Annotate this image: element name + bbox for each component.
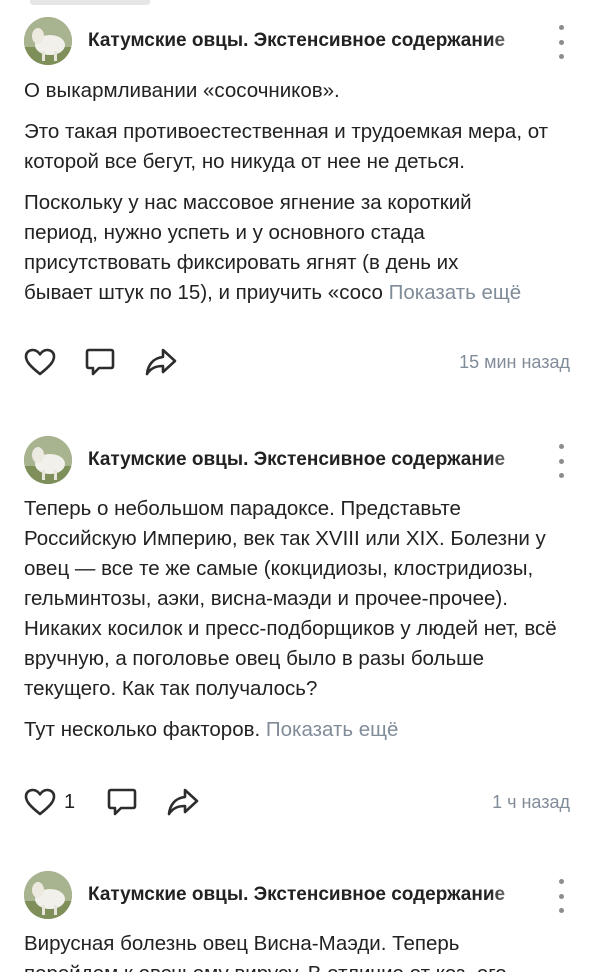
truncated-text: бывает штук по 15), и приучить «сосо xyxy=(24,281,383,304)
post-card: Катумские овцы. Экстенсивное содержание … xyxy=(0,871,594,972)
more-vertical-icon[interactable] xyxy=(552,444,570,478)
author-name[interactable]: Катумские овцы. Экстенсивное содержание xyxy=(88,449,534,471)
comment-icon xyxy=(107,788,137,816)
text-line: период, нужно успеть и у основного стада xyxy=(24,221,425,244)
truncated-text: Тут несколько факторов. xyxy=(24,718,261,741)
text-line-truncated: бывает штук по 15), и приучить «сосо Пок… xyxy=(24,278,576,308)
post-card: Катумские овцы. Экстенсивное содержание … xyxy=(0,17,594,387)
like-button[interactable] xyxy=(24,344,56,380)
text-line: перейдем к овечьему вирусу. В отличие от… xyxy=(24,959,576,972)
text-line: Вирусная болезнь овец Висна-Маэди. Тепер… xyxy=(24,932,460,955)
post-actions: 15 мин назад xyxy=(24,344,570,380)
comment-button[interactable] xyxy=(84,344,116,380)
post-paragraph: Это такая противоестественная и трудоемк… xyxy=(24,120,549,173)
share-icon xyxy=(167,788,199,816)
post-text: Теперь о небольшом парадоксе. Представьт… xyxy=(24,494,576,745)
text-line-truncated: Тут несколько факторов. Показать ещё xyxy=(24,715,576,745)
post-header: Катумские овцы. Экстенсивное содержание xyxy=(24,436,570,486)
avatar[interactable] xyxy=(24,436,72,484)
like-button[interactable]: 1 xyxy=(24,784,75,820)
post-paragraph: О выкармливании «сосочников». xyxy=(24,79,340,102)
top-edge-strip xyxy=(30,0,150,5)
post-time: 1 ч назад xyxy=(492,792,570,812)
share-button[interactable] xyxy=(144,344,178,380)
avatar[interactable] xyxy=(24,871,72,919)
heart-icon xyxy=(24,348,56,376)
show-more-link[interactable]: Показать ещё xyxy=(389,281,522,304)
post-paragraph: Поскольку у нас массовое ягнение за коро… xyxy=(24,188,576,308)
comment-icon xyxy=(85,348,115,376)
post-text: О выкармливании «сосочников». Это такая … xyxy=(24,76,576,308)
text-line: присутствовать фиксировать ягнят (в день… xyxy=(24,251,459,274)
post-header: Катумские овцы. Экстенсивное содержание xyxy=(24,17,570,67)
more-vertical-icon[interactable] xyxy=(552,25,570,59)
author-name[interactable]: Катумские овцы. Экстенсивное содержание xyxy=(88,884,534,906)
post-header: Катумские овцы. Экстенсивное содержание xyxy=(24,871,570,921)
post-paragraph: Теперь о небольшом парадоксе. Представьт… xyxy=(24,497,557,700)
heart-icon xyxy=(24,788,56,816)
share-icon xyxy=(145,348,177,376)
comment-button[interactable] xyxy=(106,784,138,820)
post-card: Катумские овцы. Экстенсивное содержание … xyxy=(0,436,594,826)
more-vertical-icon[interactable] xyxy=(552,879,570,913)
text-line: Поскольку у нас массовое ягнение за коро… xyxy=(24,191,472,214)
author-name[interactable]: Катумские овцы. Экстенсивное содержание xyxy=(88,30,534,52)
show-more-link[interactable]: Показать ещё xyxy=(266,718,399,741)
post-time: 15 мин назад xyxy=(459,352,570,372)
post-text: Вирусная болезнь овец Висна-Маэди. Тепер… xyxy=(24,929,576,972)
share-button[interactable] xyxy=(166,784,200,820)
post-actions: 1 1 ч назад xyxy=(24,784,570,820)
avatar[interactable] xyxy=(24,17,72,65)
like-count: 1 xyxy=(64,790,76,813)
